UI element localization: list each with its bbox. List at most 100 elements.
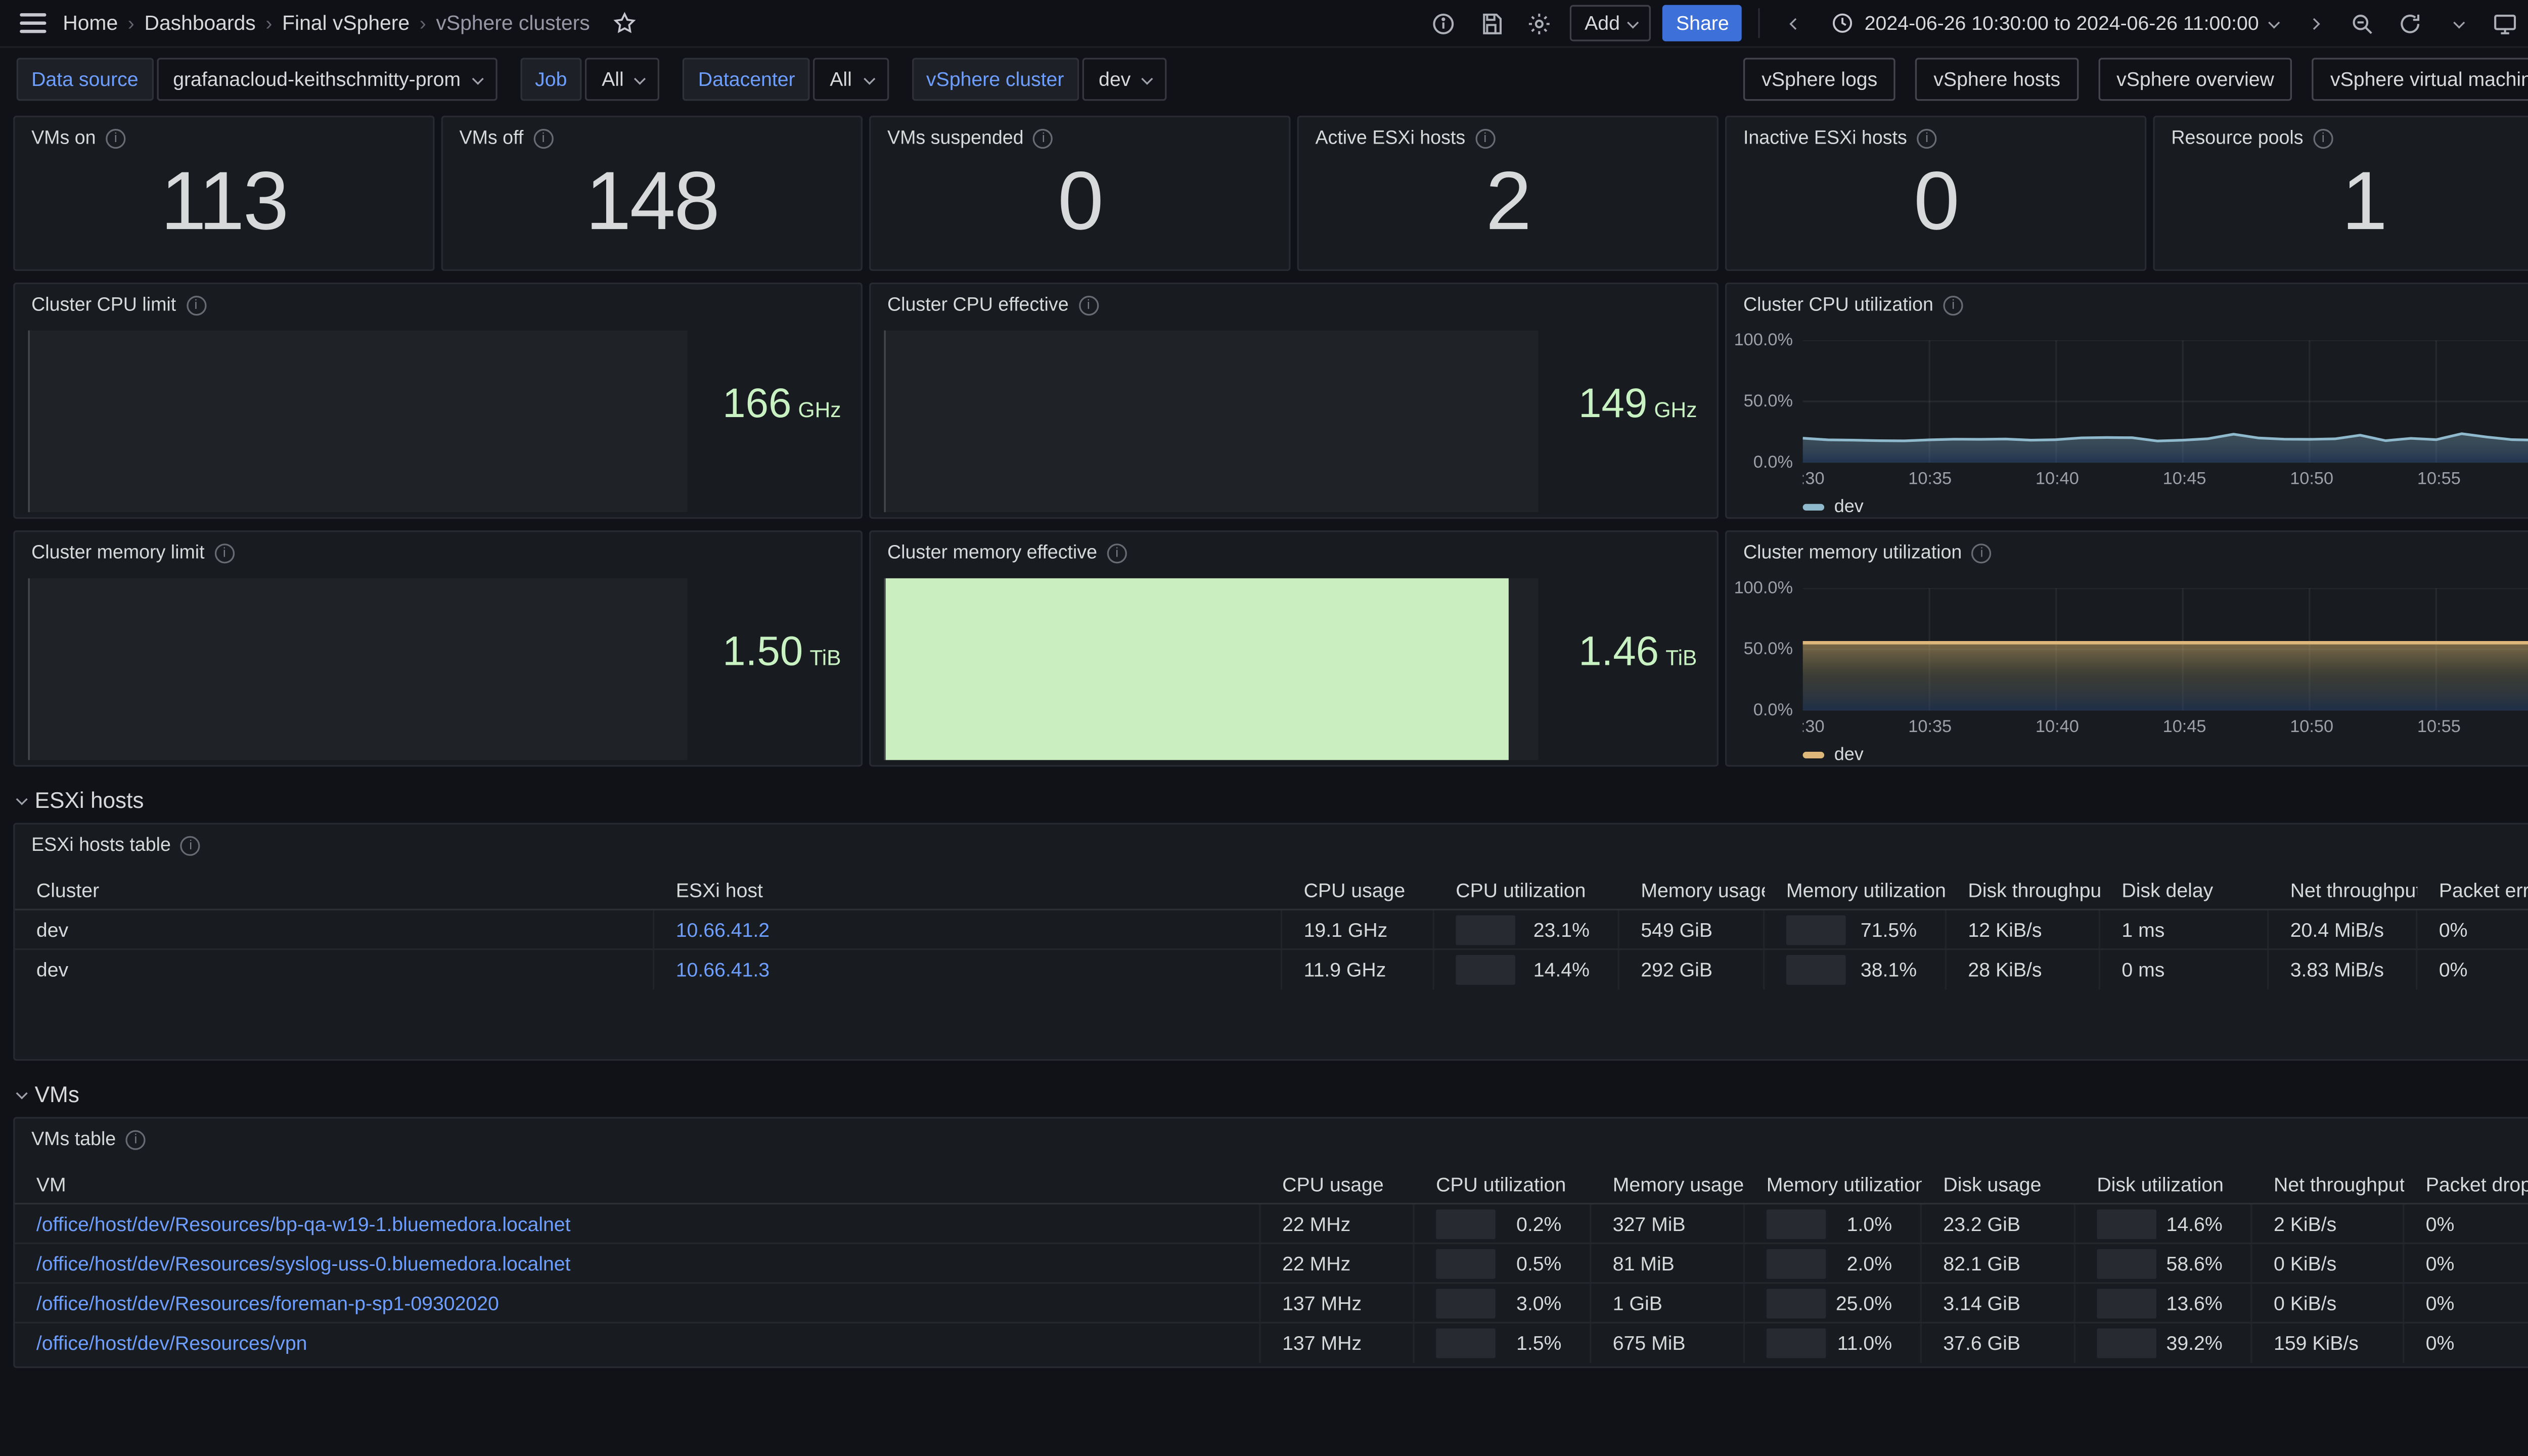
refresh-interval-caret[interactable] [2439,5,2475,41]
col-packet-errors[interactable]: Packet errors [2417,871,2528,908]
panel-header: ESXi hosts table [15,825,2528,856]
vsphere-cluster-picker[interactable]: dev [1082,58,1167,101]
info-icon[interactable] [533,128,554,149]
info-icon[interactable] [180,836,201,856]
col-packet-drops[interactable]: Packet drops [2404,1165,2528,1203]
col-cpu-usage[interactable]: CPU usage [1282,871,1434,908]
info-icon[interactable] [186,296,206,316]
menu-icon[interactable] [20,13,47,33]
vm-link[interactable]: /office/host/dev/Resources/vpn [36,1332,307,1355]
info-icon[interactable] [214,543,235,564]
col-vm[interactable]: VM [15,1165,1260,1203]
cpu-utilization-cell: 0.2% [1415,1204,1592,1243]
col-disk-usage[interactable]: Disk usage [1922,1165,2075,1203]
esxi-host-link[interactable]: 10.66.41.3 [676,959,770,982]
vm-link[interactable]: /office/host/dev/Resources/bp-qa-w19-1.b… [36,1212,571,1235]
col-memory-utilization[interactable]: Memory utilization [1745,1165,1922,1203]
panel-vms-on: VMs on 113 [13,115,435,271]
panel-header: VMs on [15,117,433,149]
link-vsphere-overview[interactable]: vSphere overview [2098,58,2292,101]
col-disk-throughput[interactable]: Disk throughput [1947,871,2100,908]
gauge-track [1786,914,1846,944]
table-row: /office/host/dev/Resources/bp-qa-w19-1.b… [15,1204,2528,1244]
col-net-throughput[interactable]: Net throughput [2269,871,2418,908]
info-icon[interactable] [106,128,126,149]
plot-area [1802,340,2528,463]
info-icon[interactable] [1971,543,1992,564]
col-disk-delay[interactable]: Disk delay [2100,871,2269,908]
breadcrumb-folder[interactable]: Final vSphere [282,12,410,35]
col-net-throughput[interactable]: Net throughput [2252,1165,2404,1203]
legend-marker [1802,751,1825,759]
breadcrumb-home[interactable]: Home [63,12,118,35]
info-icon[interactable] [1033,128,1054,149]
time-back-icon[interactable] [1777,5,1813,41]
disk-utilization-cell: 58.6% [2075,1244,2252,1283]
add-button[interactable]: Add [1569,5,1652,41]
col-disk-utilization[interactable]: Disk utilization [2075,1165,2252,1203]
settings-gear-icon[interactable] [1522,5,1558,41]
share-button[interactable]: Share [1662,5,1742,41]
x-tick-label: 10:40 [2035,469,2079,489]
star-icon[interactable] [613,12,636,35]
vsphere-cluster-label[interactable]: vSphere cluster [911,58,1079,101]
save-icon[interactable] [1474,5,1510,41]
data-source-picker[interactable]: grafanacloud-keithschmitty-prom [156,58,498,101]
zoom-out-icon[interactable] [2343,5,2379,41]
datacenter-label[interactable]: Datacenter [683,58,810,101]
col-cpu-utilization[interactable]: CPU utilization [1415,1165,1592,1203]
info-icon[interactable] [1475,128,1495,149]
info-icon[interactable] [1917,128,1937,149]
info-icon[interactable] [125,1130,146,1150]
x-tick-label: 10:45 [2162,469,2206,489]
info-icon[interactable] [1943,296,1963,316]
table-header-row: VM CPU usage CPU utilization Memory usag… [15,1165,2528,1205]
col-memory-usage[interactable]: Memory usage [1619,871,1765,908]
gauge-track [1766,1248,1826,1278]
datacenter-picker[interactable]: All [813,58,888,101]
esxi-host-link[interactable]: 10.66.41.2 [676,918,770,941]
breadcrumb-dashboards[interactable]: Dashboards [144,12,255,35]
col-esxi-host[interactable]: ESXi host [654,871,1282,908]
time-range-picker[interactable]: 2024-06-26 10:30:00 to 2024-06-26 11:00:… [1825,12,2283,35]
stat-value: 2 [1485,155,1531,248]
vm-link[interactable]: /office/host/dev/Resources/foreman-p-sp1… [36,1291,499,1314]
stat-value: 1.50 TiB [723,629,841,676]
panel-cluster-memory-utilization: Cluster memory utilization 100.0% 50.0% 0.… [1725,530,2528,767]
col-memory-utilization[interactable]: Memory utilization [1765,871,1947,908]
vm-link[interactable]: /office/host/dev/Resources/syslog-uss-0.… [36,1252,571,1275]
table-row: dev 10.66.41.3 11.9 GHz 14.4% 292 GiB 38… [15,950,2528,990]
refresh-icon[interactable] [2391,5,2427,41]
x-tick-label: 10:35 [1908,469,1952,489]
link-vsphere-logs[interactable]: vSphere logs [1743,58,1896,101]
link-vsphere-virtual-machines[interactable]: vSphere virtual machines [2312,58,2528,101]
x-axis: 10:3010:3510:4010:4510:5010:5511:00 [1803,469,2528,492]
dashboard-insights-icon[interactable] [1426,5,1462,41]
panel-header: Cluster memory limit [15,532,861,564]
kiosk-monitor-icon[interactable] [2487,5,2523,41]
info-icon[interactable] [2313,128,2333,149]
legend-item-dev[interactable]: dev [1802,745,1864,765]
esxi-host-cell: 10.66.41.3 [654,950,1283,990]
gauge-track [1436,1208,1496,1239]
col-cpu-usage[interactable]: CPU usage [1261,1165,1415,1203]
net-throughput-cell: 3.83 MiB/s [2269,950,2418,990]
job-label[interactable]: Job [520,58,582,101]
link-vsphere-hosts[interactable]: vSphere hosts [1915,58,2079,101]
col-memory-usage[interactable]: Memory usage [1591,1165,1745,1203]
panel-header: Cluster CPU limit [15,284,861,316]
data-source-label[interactable]: Data source [16,58,153,101]
stat-sparkline-area [28,578,688,760]
time-forward-icon[interactable] [2295,5,2332,41]
packet-drops-cell: 0% [2425,1251,2455,1275]
info-icon[interactable] [1078,296,1099,316]
col-cpu-utilization[interactable]: CPU utilization [1434,871,1619,908]
disk-usage-cell: 3.14 GiB [1922,1284,2075,1322]
legend-item-dev[interactable]: dev [1802,497,1864,517]
section-esxi-hosts[interactable]: ESXi hosts [13,788,2528,813]
col-cluster[interactable]: Cluster [15,871,654,908]
section-vms[interactable]: VMs [13,1082,2528,1107]
info-icon[interactable] [1107,543,1127,564]
job-picker[interactable]: All [585,58,660,101]
memory-utilization-cell: 25.0% [1745,1284,1922,1322]
